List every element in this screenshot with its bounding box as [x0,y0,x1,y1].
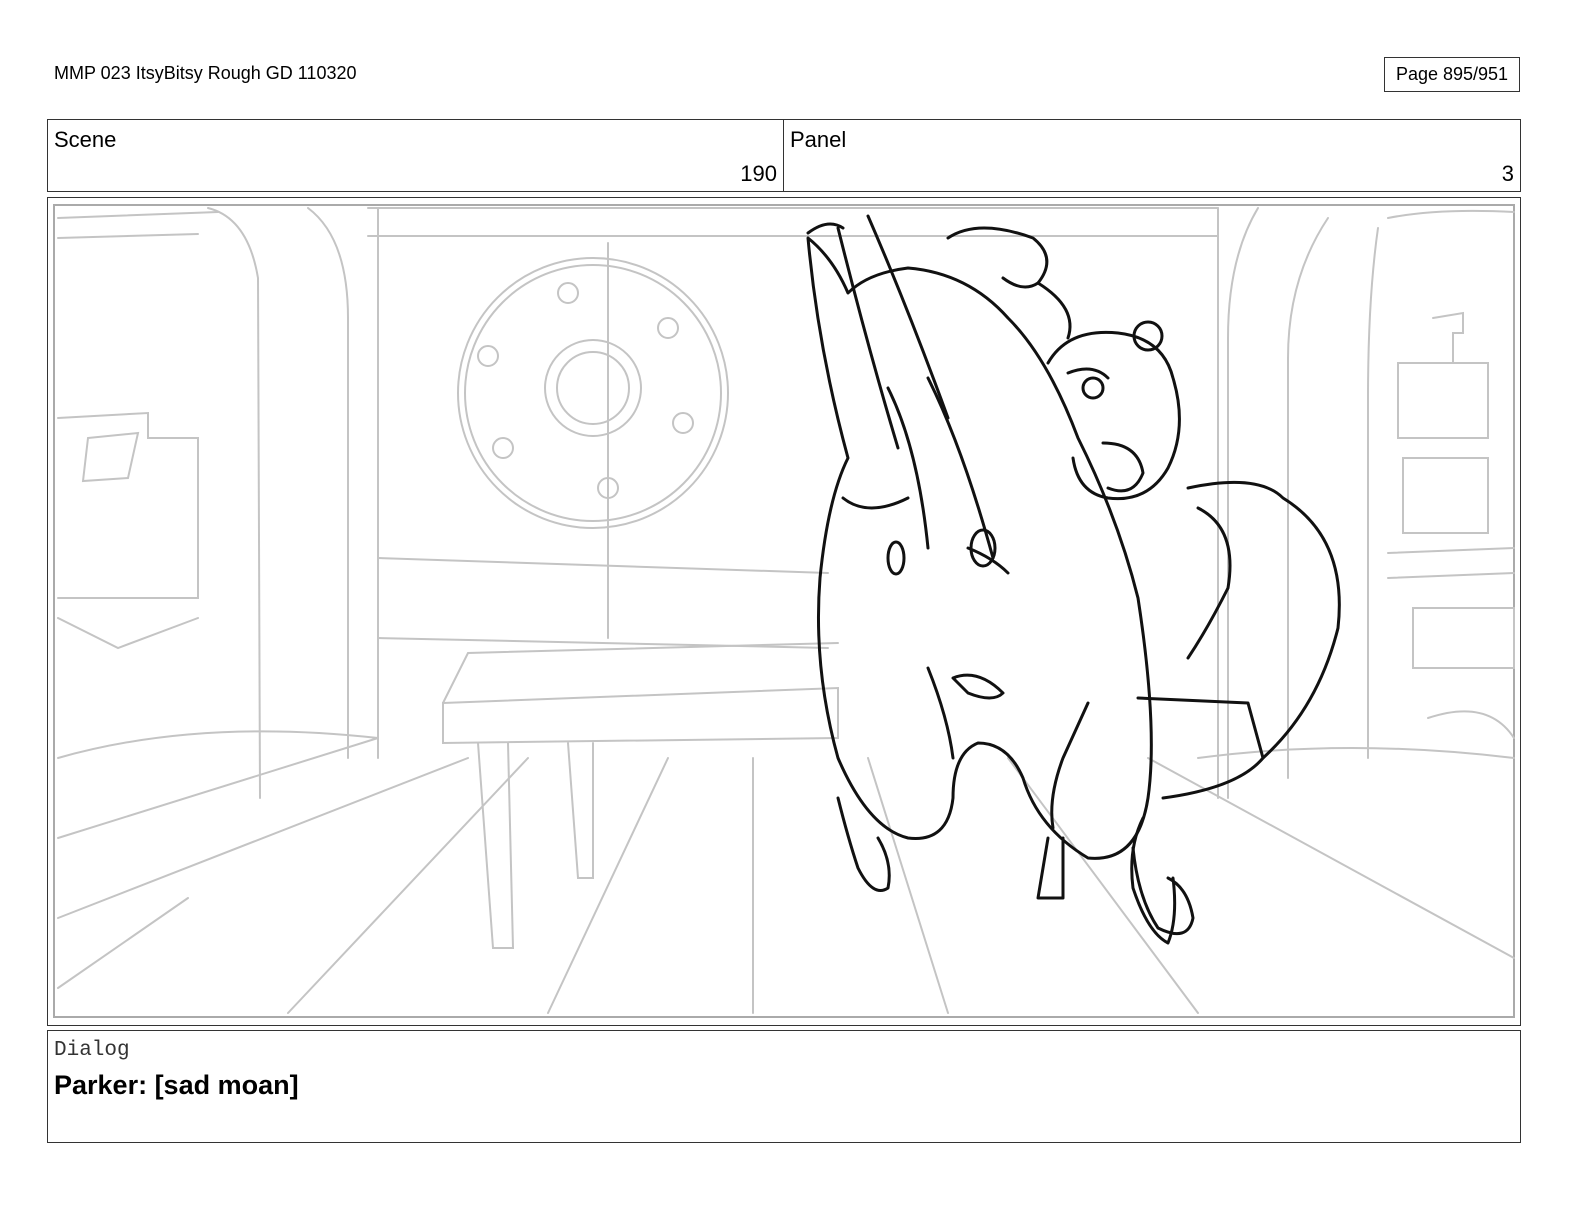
page-number-box: Page 895/951 [1384,57,1520,92]
document-title: MMP 023 ItsyBitsy Rough GD 110320 [54,63,357,83]
dialog-label: Dialog [54,1039,130,1062]
panel-label: Panel [790,127,847,152]
scene-cell: Scene 190 [48,120,784,191]
panel-number: 3 [1501,161,1514,186]
scene-panel-table: Scene 190 Panel 3 [47,119,1521,192]
scene-number: 190 [740,161,777,186]
storyboard-sketch [53,204,1515,1018]
storyboard-panel-image [47,197,1521,1026]
page-number: Page 895/951 [1395,64,1509,84]
dialog-section: Dialog Parker: [sad moan] [47,1030,1521,1143]
dialog-text: Parker: [sad moan] [54,1070,299,1100]
scene-label: Scene [54,127,117,152]
panel-cell: Panel 3 [784,120,1520,191]
